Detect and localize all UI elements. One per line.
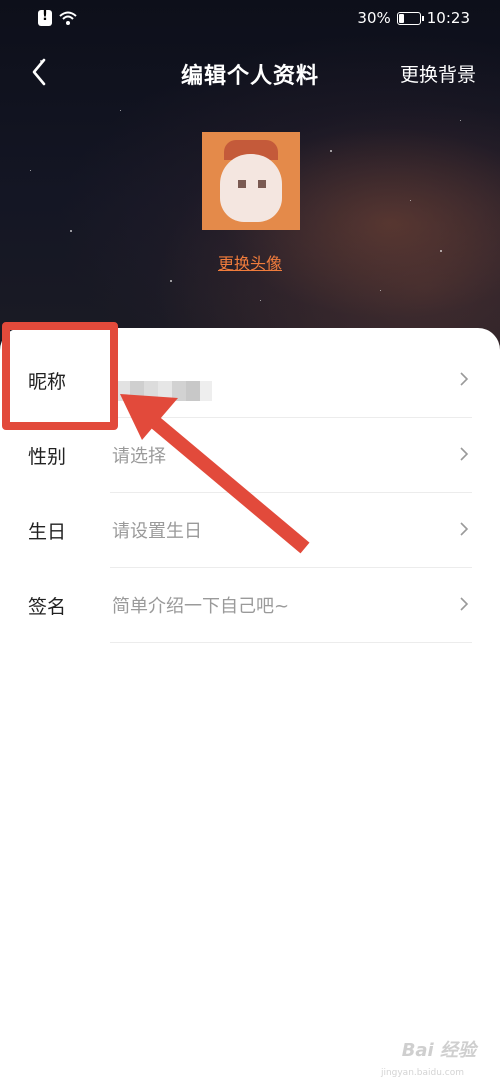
nav-bar: 编辑个人资料 更换背景 — [0, 50, 500, 96]
profile-form-card: 昵称 性别 请选择 生日 请设置生日 签名 简单介绍一下自己吧~ — [0, 328, 500, 1084]
row-label: 签名 — [28, 596, 67, 618]
watermark-url: jingyan.baidu.com — [380, 1068, 464, 1078]
battery-percent: 30% — [357, 9, 391, 27]
row-label: 生日 — [28, 521, 67, 543]
avatar-eye — [238, 180, 246, 188]
avatar-face — [220, 154, 282, 222]
form-row-birthday[interactable]: 生日 请设置生日 — [0, 493, 500, 568]
row-value: 请设置生日 — [112, 521, 202, 542]
annotation-highlight-box — [2, 322, 118, 430]
nickname-value-blurred — [116, 381, 212, 401]
alert-icon — [38, 9, 52, 26]
row-value: 简单介绍一下自己吧~ — [112, 596, 290, 617]
clock: 10:23 — [426, 9, 470, 27]
chevron-right-icon — [460, 372, 469, 386]
battery-level — [398, 13, 405, 23]
avatar-eye — [258, 180, 266, 188]
change-avatar-link[interactable]: 更换头像 — [0, 250, 500, 274]
row-value: 请选择 — [112, 446, 166, 467]
chevron-right-icon — [460, 522, 469, 536]
row-label: 性别 — [28, 446, 67, 468]
form-row-signature[interactable]: 签名 简单介绍一下自己吧~ — [0, 568, 500, 643]
battery-icon — [396, 11, 424, 25]
chevron-right-icon — [460, 447, 469, 461]
avatar[interactable] — [202, 132, 300, 230]
watermark: Bai 经验 — [401, 1040, 476, 1061]
status-bar: 30% 10:23 — [0, 0, 500, 38]
chevron-right-icon — [460, 597, 469, 611]
change-background-button[interactable]: 更换背景 — [400, 60, 476, 87]
divider — [110, 642, 472, 643]
wifi-icon — [59, 11, 77, 25]
